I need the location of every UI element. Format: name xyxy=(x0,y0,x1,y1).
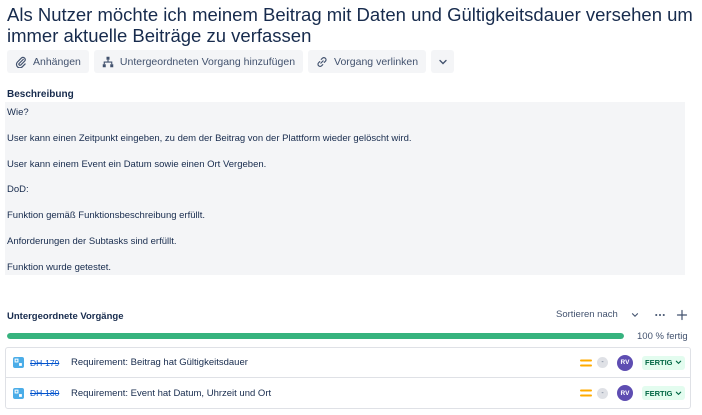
issue-summary-link[interactable]: Requirement: Beitrag hat Gültigkeitsdaue… xyxy=(71,357,248,368)
link-issue-button[interactable]: Vorgang verlinken xyxy=(308,50,427,73)
link-issue-label: Vorgang verlinken xyxy=(334,55,419,68)
paperclip-icon xyxy=(15,56,26,68)
status-dropdown[interactable]: FERTIG xyxy=(642,386,685,400)
subtask-type-icon xyxy=(13,387,24,399)
description-line: DoD: xyxy=(7,184,29,195)
attach-button[interactable]: Anhängen xyxy=(7,50,89,73)
status-label: FERTIG xyxy=(645,358,673,367)
progress-label: 100 % fertig xyxy=(637,331,688,342)
add-child-issue-button[interactable]: Untergeordneten Vorgang hinzufügen xyxy=(93,50,304,73)
status-dropdown[interactable]: FERTIG xyxy=(642,355,685,370)
hierarchy-icon xyxy=(102,56,114,67)
estimate-badge: - xyxy=(597,357,608,368)
more-options-button[interactable] xyxy=(652,307,668,323)
child-issue-row[interactable]: DH-179 Requirement: Beitrag hat Gültigke… xyxy=(6,348,690,378)
ellipsis-icon xyxy=(655,313,665,317)
sort-by-label: Sortieren nach xyxy=(556,309,618,320)
description-line: User kann einen Zeitpunkt eingeben, zu d… xyxy=(7,133,412,144)
description-heading: Beschreibung xyxy=(7,89,74,100)
child-issues-list: DH-179 Requirement: Beitrag hat Gültigke… xyxy=(5,347,691,409)
assignee-avatar[interactable]: RV xyxy=(617,354,633,371)
chevron-down-icon xyxy=(438,59,447,64)
chevron-down-icon xyxy=(675,391,681,395)
add-child-issue-plus-button[interactable] xyxy=(674,307,690,323)
link-icon xyxy=(317,56,327,67)
priority-medium-icon xyxy=(580,359,592,366)
estimate-badge: - xyxy=(597,387,608,399)
priority-medium-icon xyxy=(580,389,592,397)
chevron-down-icon xyxy=(675,360,681,365)
child-issues-heading: Untergeordnete Vorgänge xyxy=(7,311,124,322)
sort-by-dropdown[interactable]: Sortieren nach xyxy=(556,309,640,320)
issue-title[interactable]: Als Nutzer möchte ich meinem Beitrag mit… xyxy=(7,4,697,46)
description-line: Funktion gemäß Funktionsbeschreibung erf… xyxy=(7,210,206,221)
plus-icon xyxy=(676,309,688,321)
status-label: FERTIG xyxy=(645,388,673,398)
description-line: Funktion wurde getestet. xyxy=(7,262,112,273)
description-field[interactable]: Wie? User kann einen Zeitpunkt eingeben,… xyxy=(5,102,685,275)
attach-button-label: Anhängen xyxy=(33,55,81,68)
progress-bar xyxy=(7,333,624,339)
issue-summary-link[interactable]: Requirement: Event hat Datum, Uhrzeit un… xyxy=(71,388,271,399)
description-line: Anforderungen der Subtasks sind erfüllt. xyxy=(7,236,177,247)
issue-key-link[interactable]: DH-180 xyxy=(30,388,59,398)
more-actions-button[interactable] xyxy=(431,50,455,73)
subtask-type-icon xyxy=(13,357,24,368)
child-issue-row[interactable]: DH-180 Requirement: Event hat Datum, Uhr… xyxy=(6,378,690,408)
description-line: User kann einem Event ein Datum sowie ei… xyxy=(7,159,267,170)
issue-toolbar: Anhängen Untergeordneten Vorgang hinzufü… xyxy=(7,50,455,73)
assignee-avatar[interactable]: RV xyxy=(617,385,633,401)
issue-key-link[interactable]: DH-179 xyxy=(30,358,59,368)
progress-bar-fill xyxy=(7,333,624,339)
description-line: Wie? xyxy=(7,107,29,118)
add-child-issue-label: Untergeordneten Vorgang hinzufügen xyxy=(119,55,296,68)
chevron-down-icon xyxy=(631,312,638,317)
